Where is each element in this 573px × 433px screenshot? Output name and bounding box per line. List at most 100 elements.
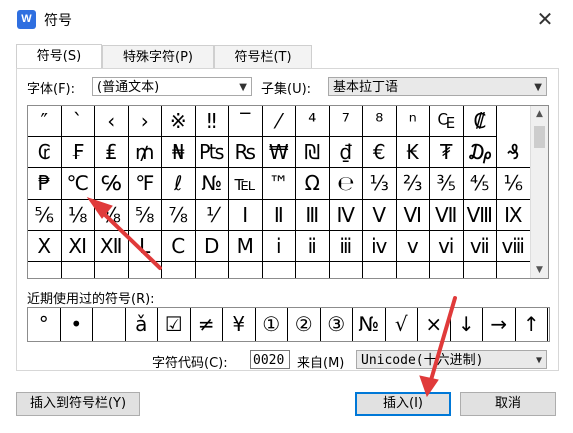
symbol-cell[interactable]: ₡ (463, 106, 497, 138)
symbol-cell[interactable]: Ⅼ (128, 230, 162, 262)
symbol-cell[interactable]: ₱ (28, 168, 62, 200)
symbol-cell[interactable]: ⅓ (363, 168, 397, 200)
symbol-cell[interactable] (128, 262, 162, 278)
recent-symbol-cell[interactable]: ≠ (191, 308, 223, 341)
symbol-cell[interactable]: ℅ (95, 168, 129, 200)
symbol-cell[interactable]: Ⅶ (430, 199, 464, 231)
symbol-cell[interactable]: Ⅾ (195, 230, 229, 262)
recent-symbol-cell[interactable]: № (353, 308, 386, 341)
symbol-cell[interactable] (95, 262, 129, 278)
symbol-cell[interactable]: ⅝ (128, 199, 162, 231)
recent-symbol-cell[interactable]: ② (288, 308, 321, 341)
symbol-cell[interactable]: Ⅹ (28, 230, 62, 262)
symbol-cell[interactable]: Ⅽ (162, 230, 196, 262)
close-icon[interactable]: ✕ (530, 6, 560, 32)
symbol-cell[interactable]: ‼ (195, 106, 229, 138)
symbol-cell[interactable]: ₧ (195, 137, 229, 169)
symbol-cell[interactable]: Ⅴ (363, 199, 397, 231)
recent-symbol-cell[interactable]: √ (386, 308, 418, 341)
scroll-down-icon[interactable]: ▼ (531, 262, 548, 278)
symbol-cell[interactable]: ℉ (128, 168, 162, 200)
symbol-cell[interactable]: ⅚ (28, 199, 62, 231)
symbol-cell[interactable]: ⅜ (95, 199, 129, 231)
recent-symbol-cell[interactable]: ¥ (223, 308, 256, 341)
symbol-cell[interactable]: ⅵ (430, 230, 464, 262)
symbol-cell[interactable] (497, 262, 531, 278)
symbol-cell[interactable]: ⅞ (162, 199, 196, 231)
symbol-cell[interactable]: ₪ (296, 137, 330, 169)
symbol-cell[interactable] (430, 262, 464, 278)
font-select[interactable]: (普通文本) ▼ (92, 77, 252, 96)
symbol-cell[interactable]: Ⅰ (229, 199, 263, 231)
symbol-cell[interactable]: ⅛ (61, 199, 95, 231)
symbol-cell[interactable]: ₤ (95, 137, 129, 169)
symbol-cell[interactable]: Ⅺ (61, 230, 95, 262)
symbol-cell[interactable]: Ⅲ (296, 199, 330, 231)
char-code-input[interactable]: 0020 (250, 350, 290, 369)
symbol-cell[interactable]: Ⅻ (95, 230, 129, 262)
symbol-cell[interactable]: Ⅳ (329, 199, 363, 231)
symbol-cell[interactable]: ⁸ (363, 106, 397, 138)
subset-select[interactable]: 基本拉丁语 ▼ (328, 77, 547, 96)
symbol-cell[interactable]: Ⅿ (229, 230, 263, 262)
symbol-cell[interactable]: ℃ (61, 168, 95, 200)
symbol-cell[interactable]: ‹ (95, 106, 129, 138)
symbol-cell[interactable]: ₨ (229, 137, 263, 169)
symbol-cell[interactable]: ₭ (396, 137, 430, 169)
insert-to-symbol-bar-button[interactable]: 插入到符号栏(Y) (16, 392, 140, 416)
grid-scrollbar[interactable]: ▲ ▼ (530, 106, 548, 278)
symbol-cell[interactable]: ₦ (162, 137, 196, 169)
symbol-cell[interactable]: ₥ (128, 137, 162, 169)
recent-symbol-cell[interactable]: ③ (321, 308, 353, 341)
symbol-cell[interactable]: ˋ (61, 106, 95, 138)
symbol-cell[interactable]: ₰ (497, 137, 531, 169)
insert-button[interactable]: 插入(I) (355, 392, 451, 416)
recent-symbol-cell[interactable]: • (61, 308, 93, 341)
symbol-cell[interactable]: ⅗ (430, 168, 464, 200)
symbol-cell[interactable] (329, 262, 363, 278)
recent-symbol-cell[interactable]: ↑ (516, 308, 548, 341)
symbol-cell[interactable]: № (195, 168, 229, 200)
symbol-cell[interactable]: ₣ (61, 137, 95, 169)
symbol-cell[interactable]: ⅳ (363, 230, 397, 262)
symbol-cell[interactable]: ⅴ (396, 230, 430, 262)
symbol-cell[interactable]: ₫ (329, 137, 363, 169)
symbol-cell[interactable]: ™ (262, 168, 296, 200)
tab-special-chars[interactable]: 特殊字符(P) (102, 45, 214, 69)
recent-symbol-cell[interactable]: ° (28, 308, 61, 341)
scroll-thumb[interactable] (534, 126, 545, 148)
symbol-cell[interactable] (463, 262, 497, 278)
symbol-cell[interactable]: ℡ (229, 168, 263, 200)
symbol-cell[interactable]: Ω (296, 168, 330, 200)
scroll-up-icon[interactable]: ▲ (531, 106, 548, 122)
symbol-cell[interactable] (28, 262, 62, 278)
symbol-cell[interactable] (262, 262, 296, 278)
symbol-cell[interactable] (61, 262, 95, 278)
symbol-cell[interactable]: ⅔ (396, 168, 430, 200)
symbol-cell[interactable] (229, 262, 263, 278)
symbol-cell[interactable]: ⁿ (396, 106, 430, 138)
cancel-button[interactable]: 取消 (460, 392, 556, 416)
symbol-cell[interactable]: ℓ (162, 168, 196, 200)
symbol-cell[interactable]: ‾ (229, 106, 263, 138)
symbol-cell[interactable]: ⅙ (497, 168, 531, 200)
symbol-cell[interactable]: Ⅱ (262, 199, 296, 231)
symbol-cell[interactable]: ₩ (262, 137, 296, 169)
symbol-cell[interactable]: ※ (162, 106, 196, 138)
recent-symbol-cell[interactable]: ǎ (126, 308, 158, 341)
symbol-cell[interactable] (195, 262, 229, 278)
symbol-cell[interactable]: ₯ (463, 137, 497, 169)
symbol-cell[interactable]: ₠ (430, 106, 464, 138)
symbol-cell[interactable]: ⅲ (329, 230, 363, 262)
symbol-cell[interactable]: ⅟ (195, 199, 229, 231)
symbol-cell[interactable]: Ⅷ (463, 199, 497, 231)
symbol-cell[interactable]: ⅶ (463, 230, 497, 262)
recent-symbol-cell[interactable]: ↓ (451, 308, 483, 341)
symbol-cell[interactable]: ⅘ (463, 168, 497, 200)
symbol-cell[interactable]: Ⅸ (497, 199, 531, 231)
symbol-cell[interactable]: ℮ (329, 168, 363, 200)
symbol-cell[interactable] (296, 262, 330, 278)
symbol-cell[interactable]: ⁷ (329, 106, 363, 138)
symbol-cell[interactable]: ⅱ (296, 230, 330, 262)
symbol-cell[interactable] (162, 262, 196, 278)
